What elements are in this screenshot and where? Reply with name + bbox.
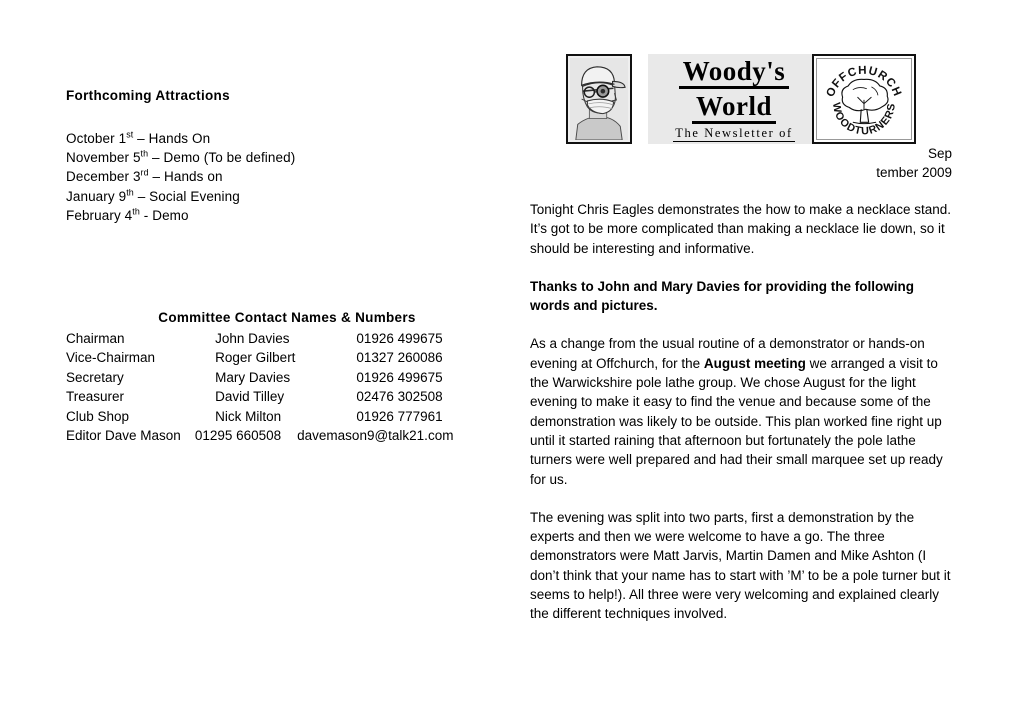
article-thanks-paragraph: Thanks to John and Mary Davies for provi…: [530, 278, 915, 314]
forthcoming-event-item: January 9th – Social Evening: [66, 187, 486, 206]
committee-heading: Committee Contact Names & Numbers: [158, 310, 416, 325]
committee-phone: 02476 302508: [356, 389, 443, 405]
committee-role: Secretary: [66, 369, 124, 385]
event-detail: – Social Evening: [133, 188, 240, 204]
committee-name: Roger Gilbert: [215, 350, 296, 366]
committee-name: John Davies: [215, 331, 290, 346]
committee-row: Treasurer David Tilley 02476 302508: [66, 387, 466, 406]
event-month: January: [66, 188, 119, 204]
august-text-part2: we arranged a visit to the Warwickshire …: [530, 355, 943, 487]
committee-name: Nick Milton: [215, 408, 282, 424]
editor-email: davemason9@talk21.com: [297, 428, 454, 444]
issue-date-line1: Sep: [927, 146, 952, 161]
forthcoming-event-item: October 1st – Hands On: [66, 129, 486, 148]
committee-row: Club Shop Nick Milton 01926 777961: [66, 407, 466, 426]
editor-contact-row: Editor Dave Mason 01295 660508 davemason9@…: [66, 426, 486, 445]
event-detail: - Demo: [139, 207, 189, 223]
event-month: December: [66, 169, 133, 185]
masthead-subtitle: The Newsletter of: [673, 126, 795, 142]
masthead-title-block: Woody's World The Newsletter of: [648, 54, 820, 144]
club-logo-icon: OFFCHURCH WOODTURNERS: [817, 59, 911, 139]
committee-phone: 01327 260086: [356, 350, 443, 366]
committee-phone: 01926 777961: [356, 408, 443, 424]
event-month: February: [66, 207, 125, 223]
event-day-ordinal: th: [132, 206, 140, 217]
forthcoming-event-item: February 4th - Demo: [66, 206, 486, 225]
forthcoming-attractions-heading: Forthcoming Attractions: [66, 88, 230, 103]
newsletter-page: Woody's World The Newsletter of OFFCHURC…: [0, 0, 1020, 721]
event-month: November: [66, 150, 133, 166]
forthcoming-attractions-section: Forthcoming Attractions October 1st – Ha…: [66, 88, 486, 225]
committee-name: David Tilley: [215, 389, 285, 405]
event-day: 3: [132, 169, 141, 185]
article-body: Tonight Chris Eagles demonstrates the ho…: [530, 200, 954, 643]
editor-phone: 01295 660508: [194, 428, 282, 444]
committee-name: Mary Davies: [215, 369, 291, 385]
committee-role: Chairman: [66, 331, 125, 346]
event-detail: – Hands On: [133, 131, 211, 146]
issue-date-line2: tember 2009: [876, 165, 952, 181]
event-day: 5: [132, 150, 141, 166]
committee-row: Vice-Chairman Roger Gilbert 01327 260086: [66, 348, 466, 367]
masthead-title-line2: World: [691, 91, 776, 124]
committee-role: Club Shop: [66, 408, 130, 424]
forthcoming-event-item: December 3rd – Hands on: [66, 167, 486, 186]
committee-row: Chairman John Davies 01926 499675: [66, 329, 466, 348]
offchurch-woodturners-logo: OFFCHURCH WOODTURNERS: [812, 54, 916, 144]
committee-role: Treasurer: [66, 389, 125, 405]
committee-phone: 01926 499675: [356, 369, 443, 385]
event-month: October: [66, 131, 119, 146]
forthcoming-event-item: November 5th – Demo (To be defined): [66, 148, 486, 167]
committee-contacts-section: Committee Contact Names & Numbers Chairm…: [66, 310, 486, 445]
committee-table: Chairman John Davies 01926 499675 Vice-Chai…: [66, 329, 466, 426]
editor-label: Editor Dave Mason: [66, 428, 181, 444]
article-paragraph-evening: The evening was split into two parts, fi…: [530, 509, 951, 622]
august-meeting-emphasis: August meeting: [703, 355, 806, 371]
committee-phone: 01926 499675: [356, 331, 443, 346]
committee-role: Vice-Chairman: [66, 350, 156, 366]
woodturner-portrait-icon: [570, 58, 628, 140]
event-detail: – Hands on: [148, 169, 223, 185]
committee-row: Secretary Mary Davies 01926 499675: [66, 368, 466, 387]
woodturner-portrait-image: [566, 54, 632, 144]
event-day-ordinal: rd: [140, 167, 149, 178]
article-paragraph-august: As a change from the usual routine of a …: [530, 334, 954, 488]
masthead-title-line1: Woody's: [678, 56, 790, 89]
masthead: Woody's World The Newsletter of OFFCHURC…: [566, 54, 916, 146]
forthcoming-event-list: October 1st – Hands On November 5th – Dem…: [66, 129, 486, 225]
event-detail: – Demo (To be defined): [148, 150, 296, 166]
issue-date: Sep tember 2009: [620, 144, 952, 183]
event-day-ordinal: th: [126, 187, 134, 198]
article-intro-paragraph: Tonight Chris Eagles demonstrates the ho…: [530, 202, 951, 256]
